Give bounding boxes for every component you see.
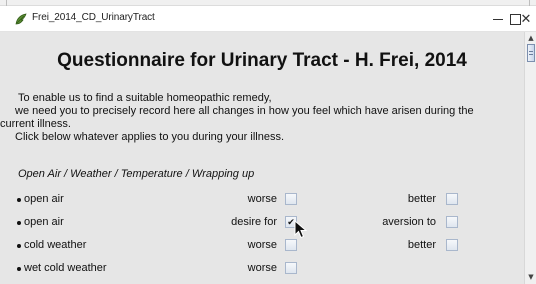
symptom-label: cold weather	[24, 239, 87, 251]
intro-text: To enable us to find a suitable homeopat…	[0, 92, 524, 144]
symptom-row: wet cold weather worse	[0, 261, 524, 281]
option-checkbox[interactable]	[446, 216, 458, 228]
option-checkbox[interactable]	[285, 193, 297, 205]
app-icon	[15, 13, 27, 25]
section-heading: Open Air / Weather / Temperature / Wrapp…	[18, 168, 255, 180]
option-label: better	[407, 193, 436, 205]
window-titlebar[interactable]: Frei_2014_CD_UrinaryTract ✕	[0, 6, 536, 32]
option-checkbox[interactable]	[446, 193, 458, 205]
symptom-row: open air desire for ✔ aversion to	[0, 215, 524, 235]
option-checkbox[interactable]	[285, 262, 297, 274]
option-checkbox[interactable]	[285, 239, 297, 251]
symptom-label: open air	[24, 193, 64, 205]
option-label: better	[407, 239, 436, 251]
window-title: Frei_2014_CD_UrinaryTract	[32, 12, 155, 23]
scroll-up-icon[interactable]: ▲	[527, 34, 535, 42]
symptom-label: open air	[24, 216, 64, 228]
bullet-icon	[17, 267, 21, 271]
option-label: worse	[247, 193, 277, 205]
intro-line: we need you to precisely record here all…	[15, 105, 474, 117]
bullet-icon	[17, 221, 21, 225]
mouse-cursor-icon	[294, 220, 308, 239]
option-label: desire for	[231, 216, 277, 228]
symptom-row: open air worse better	[0, 192, 524, 212]
bullet-icon	[17, 244, 21, 248]
option-checkbox[interactable]	[446, 239, 458, 251]
scroll-down-icon[interactable]: ▼	[527, 273, 535, 281]
intro-line: current illness.	[0, 118, 71, 130]
page-title: Questionnaire for Urinary Tract - H. Fre…	[57, 50, 467, 71]
questionnaire-panel: Questionnaire for Urinary Tract - H. Fre…	[0, 32, 524, 284]
intro-line: Click below whatever applies to you duri…	[15, 131, 285, 143]
bullet-icon	[17, 198, 21, 202]
option-label: worse	[247, 239, 277, 251]
symptom-label: wet cold weather	[24, 262, 107, 274]
close-button[interactable]: ✕	[516, 6, 536, 32]
scroll-thumb[interactable]	[527, 44, 535, 62]
vertical-scrollbar[interactable]: ▲ ▼	[524, 32, 536, 284]
symptom-row: cold weather worse better	[0, 238, 524, 258]
option-label: aversion to	[382, 216, 436, 228]
option-label: worse	[247, 262, 277, 274]
intro-line: To enable us to find a suitable homeopat…	[18, 92, 272, 104]
